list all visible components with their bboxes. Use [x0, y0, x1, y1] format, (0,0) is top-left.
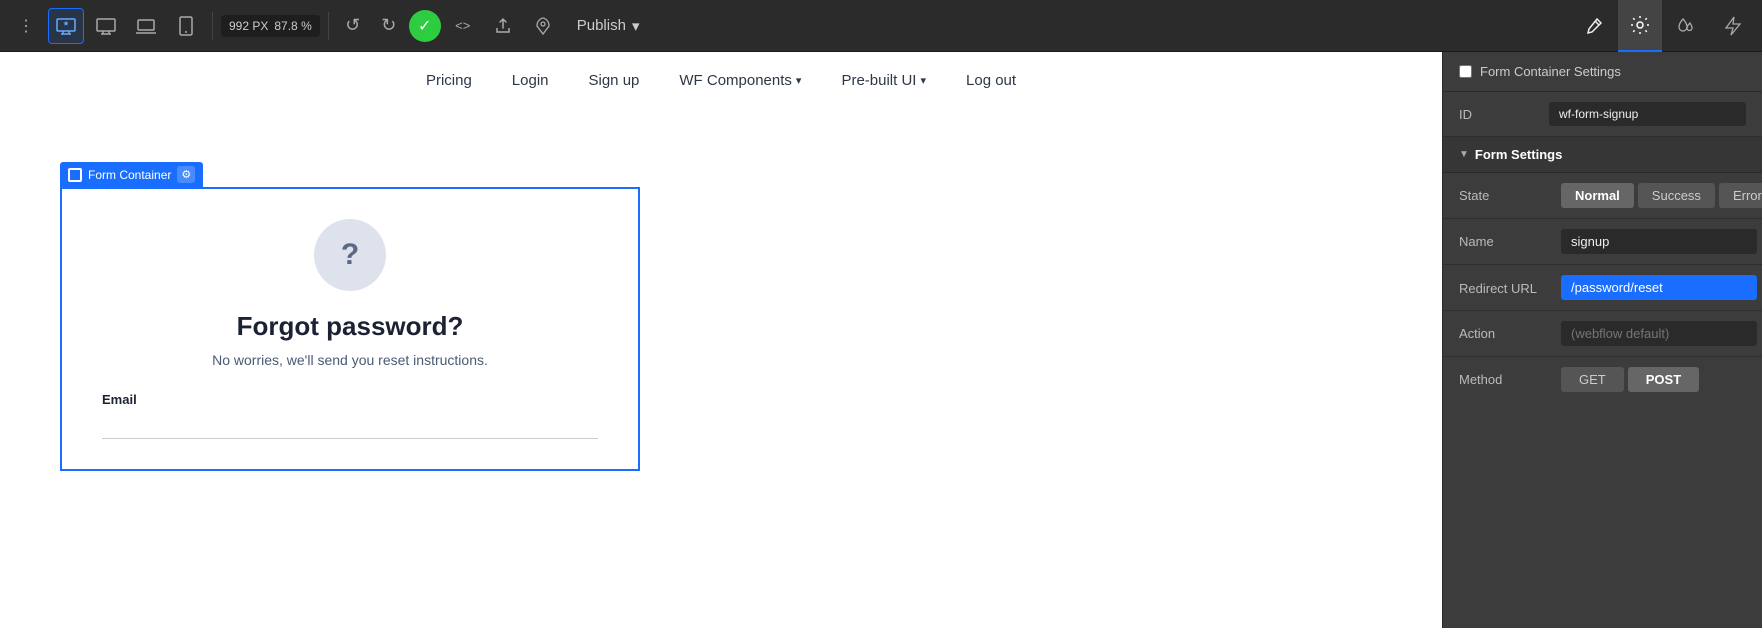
redirect-url-input[interactable]: [1561, 275, 1757, 300]
nav-item-pricing[interactable]: Pricing: [426, 72, 472, 89]
method-post-button[interactable]: POST: [1628, 367, 1699, 392]
state-success-button[interactable]: Success: [1638, 183, 1715, 208]
lightning-icon[interactable]: [1710, 0, 1754, 52]
laptop-icon[interactable]: [128, 8, 164, 44]
state-normal-button[interactable]: Normal: [1561, 183, 1634, 208]
publish-button[interactable]: Publish ▾: [565, 11, 652, 41]
form-settings-triangle-icon: ▼: [1459, 149, 1469, 160]
redirect-url-row: Redirect URL: [1443, 265, 1762, 311]
state-label: State: [1459, 188, 1549, 203]
form-container-wrapper: Form Container ⚙ ? Forgot password? No w…: [60, 162, 640, 471]
redo-button[interactable]: ↻: [373, 10, 405, 42]
form-box: ? Forgot password? No worries, we'll sen…: [60, 187, 640, 471]
tablet-icon[interactable]: [168, 8, 204, 44]
id-input[interactable]: wf-form-signup: [1549, 102, 1746, 126]
action-input[interactable]: [1561, 321, 1757, 346]
save-status-icon: ✓: [409, 10, 441, 42]
state-error-button[interactable]: Error: [1719, 183, 1762, 208]
prebuilt-ui-chevron-icon: ▾: [920, 74, 926, 87]
form-question-icon: ?: [314, 219, 386, 291]
method-buttons: GET POST: [1561, 367, 1699, 392]
rocket-icon[interactable]: [525, 8, 561, 44]
undo-button[interactable]: ↺: [337, 10, 369, 42]
method-label: Method: [1459, 372, 1549, 387]
id-row: ID wf-form-signup: [1443, 92, 1762, 137]
right-panel: Form Container Settings ID wf-form-signu…: [1442, 52, 1762, 628]
method-row: Method GET POST: [1443, 357, 1762, 402]
redirect-url-label: Redirect URL: [1459, 275, 1549, 298]
main-area: Pricing Login Sign up WF Components ▾ Pr…: [0, 52, 1762, 628]
export-icon[interactable]: [485, 8, 521, 44]
right-toolbar: [1572, 0, 1754, 52]
nav-item-logout[interactable]: Log out: [966, 72, 1016, 89]
action-row: Action: [1443, 311, 1762, 357]
action-label: Action: [1459, 326, 1549, 341]
desktop-icon[interactable]: [88, 8, 124, 44]
name-row: Name: [1443, 219, 1762, 265]
state-row: State Normal Success Error: [1443, 173, 1762, 219]
settings-panel-icon[interactable]: [1618, 0, 1662, 52]
form-subtitle: No worries, we'll send you reset instruc…: [102, 352, 598, 368]
state-buttons: Normal Success Error: [1561, 183, 1762, 208]
form-settings-label: Form Settings: [1475, 147, 1562, 162]
menu-dots-icon[interactable]: ⋮: [8, 8, 44, 44]
code-editor-icon[interactable]: <>: [445, 8, 481, 44]
site-nav: Pricing Login Sign up WF Components ▾ Pr…: [0, 52, 1442, 109]
nav-item-signup[interactable]: Sign up: [589, 72, 640, 89]
canvas-px-value: 992 PX: [229, 19, 268, 33]
id-label: ID: [1459, 107, 1549, 122]
form-container-gear-icon[interactable]: ⚙: [177, 166, 195, 183]
canvas-zoom-value: 87.8 %: [274, 19, 311, 33]
form-settings-section-header[interactable]: ▼ Form Settings: [1443, 137, 1762, 173]
email-field-label: Email: [102, 392, 598, 407]
form-container-settings-checkbox[interactable]: [1459, 65, 1472, 78]
form-container-label[interactable]: Form Container ⚙: [60, 162, 203, 187]
canvas[interactable]: Pricing Login Sign up WF Components ▾ Pr…: [0, 52, 1442, 628]
form-container-settings-label: Form Container Settings: [1480, 64, 1621, 79]
publish-chevron-icon: ▾: [632, 17, 640, 35]
form-container-settings-section: Form Container Settings: [1443, 52, 1762, 92]
wf-components-chevron-icon: ▾: [796, 74, 802, 87]
form-container-label-text: Form Container: [88, 168, 171, 182]
nav-item-wf-components[interactable]: WF Components ▾: [679, 72, 801, 89]
nav-item-login[interactable]: Login: [512, 72, 549, 89]
email-input[interactable]: [102, 411, 598, 439]
method-get-button[interactable]: GET: [1561, 367, 1624, 392]
style-brush-icon[interactable]: [1572, 0, 1616, 52]
main-toolbar: ⋮ 992 PX 87.8 %: [0, 0, 1762, 52]
interactions-drops-icon[interactable]: [1664, 0, 1708, 52]
desktop-starred-icon[interactable]: [48, 8, 84, 44]
canvas-size-display: 992 PX 87.8 %: [221, 15, 320, 37]
name-input[interactable]: [1561, 229, 1757, 254]
publish-label: Publish: [577, 17, 626, 34]
name-label: Name: [1459, 234, 1549, 249]
nav-item-prebuilt-ui[interactable]: Pre-built UI ▾: [841, 72, 926, 89]
canvas-inner: Pricing Login Sign up WF Components ▾ Pr…: [0, 52, 1442, 628]
form-title: Forgot password?: [102, 311, 598, 342]
form-container-checkbox-icon: [68, 168, 82, 182]
